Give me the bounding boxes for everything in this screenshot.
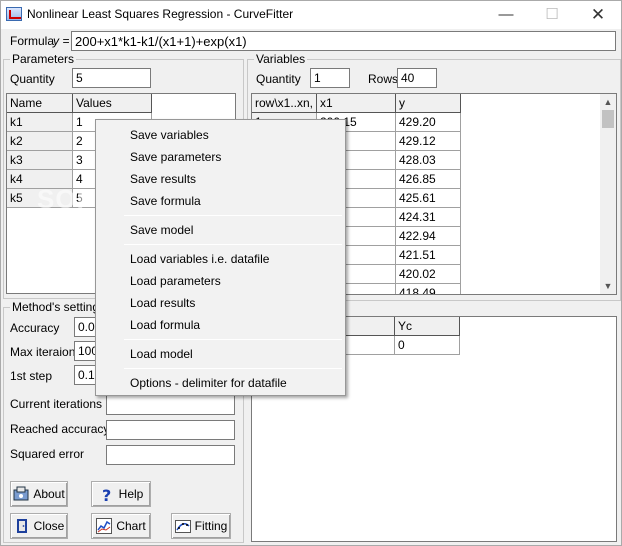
reached-accuracy-label: Reached accuracy: [10, 422, 110, 436]
menu-separator: [124, 244, 342, 245]
parameter-name-cell: k2: [7, 132, 73, 151]
menu-item-load-model[interactable]: Load model: [130, 347, 193, 361]
menu-item-save-results[interactable]: Save results: [130, 172, 196, 186]
variable-y-cell[interactable]: 428.03: [396, 151, 461, 170]
scroll-thumb[interactable]: [602, 110, 614, 128]
window-title: Nonlinear Least Squares Regression - Cur…: [27, 7, 294, 21]
close-button[interactable]: Close: [10, 513, 68, 539]
fitting-button-label: Fitting: [194, 519, 228, 533]
menu-item-load-variables[interactable]: Load variables i.e. datafile: [130, 252, 269, 266]
exit-door-icon: [14, 518, 30, 534]
variables-scrollbar[interactable]: ▲ ▼: [600, 94, 616, 294]
reached-accuracy-field: [106, 420, 235, 440]
formula-y-label: y =: [53, 34, 70, 48]
question-mark-icon: ?: [99, 486, 115, 505]
menu-item-options[interactable]: Options - delimiter for datafile: [130, 376, 287, 390]
menu-item-save-variables[interactable]: Save variables: [130, 128, 209, 142]
svg-text:?: ?: [102, 486, 111, 502]
max-iteration-label: Max iteraion: [10, 345, 76, 359]
variables-group-title: Variables: [254, 52, 308, 66]
menu-item-load-parameters[interactable]: Load parameters: [130, 274, 221, 288]
variable-y-cell[interactable]: 418.49: [396, 284, 461, 294]
chart-icon: [96, 517, 113, 534]
first-step-label: 1st step: [10, 369, 53, 383]
variables-header-x1: x1: [317, 94, 396, 113]
menu-separator: [124, 368, 342, 369]
parameters-header-name: Name: [7, 94, 73, 113]
menu-item-save-model[interactable]: Save model: [130, 223, 193, 237]
menu-item-save-parameters[interactable]: Save parameters: [130, 150, 221, 164]
scroll-down-arrow-icon[interactable]: ▼: [600, 278, 616, 294]
menu-item-load-results[interactable]: Load results: [130, 296, 195, 310]
close-window-button[interactable]: ✕: [575, 1, 621, 29]
variables-rows-input[interactable]: 40: [397, 68, 437, 88]
help-button[interactable]: ? Help: [91, 481, 151, 507]
scroll-up-arrow-icon[interactable]: ▲: [600, 94, 616, 110]
formula-label: Formula: [10, 34, 55, 48]
title-bar: Nonlinear Least Squares Regression - Cur…: [1, 1, 621, 29]
chart-button[interactable]: Chart: [91, 513, 151, 539]
variable-y-cell[interactable]: 424.31: [396, 208, 461, 227]
menu-item-load-formula[interactable]: Load formula: [130, 318, 200, 332]
parameter-name-cell: k1: [7, 113, 73, 132]
menu-separator: [124, 339, 342, 340]
variable-y-cell[interactable]: 422.94: [396, 227, 461, 246]
fitting-button[interactable]: Fitting: [171, 513, 231, 539]
help-button-label: Help: [118, 487, 144, 501]
squared-error-field: [106, 445, 235, 465]
parameter-name-cell: k3: [7, 151, 73, 170]
variable-y-cell[interactable]: 421.51: [396, 246, 461, 265]
about-button[interactable]: About: [10, 481, 68, 507]
results-header-yc: Yc: [395, 317, 460, 336]
current-iterations-field: [106, 395, 235, 415]
squared-error-label: Squared error: [10, 447, 85, 461]
current-iterations-label: Current iterations: [10, 397, 103, 411]
chart-button-label: Chart: [116, 519, 146, 533]
variable-y-cell[interactable]: 429.12: [396, 132, 461, 151]
method-settings-title: Method's settings: [10, 300, 108, 314]
parameters-header-values: Values: [73, 94, 152, 113]
minimize-button[interactable]: —: [483, 1, 529, 29]
variables-quantity-label: Quantity: [256, 72, 301, 86]
variable-y-cell[interactable]: 429.20: [396, 113, 461, 132]
maximize-button[interactable]: ☐: [529, 1, 575, 29]
variables-header-row: row\x1..xn, y: [252, 94, 317, 113]
accuracy-label: Accuracy: [10, 321, 60, 335]
menu-separator: [124, 215, 342, 216]
parameters-quantity-input[interactable]: 5: [72, 68, 151, 88]
variable-y-cell[interactable]: 425.61: [396, 189, 461, 208]
variables-rows-label: Rows: [368, 72, 399, 86]
main-window: Nonlinear Least Squares Regression - Cur…: [0, 0, 622, 546]
about-button-label: About: [33, 487, 65, 501]
parameters-quantity-label: Quantity: [10, 72, 55, 86]
close-button-label: Close: [33, 519, 65, 533]
fitting-icon: [174, 518, 191, 534]
context-menu: Save variables Save parameters Save resu…: [95, 119, 346, 396]
variable-y-cell[interactable]: 420.02: [396, 265, 461, 284]
variables-quantity-input[interactable]: 1: [310, 68, 350, 88]
parameters-group-title: Parameters: [10, 52, 77, 66]
result-yc-cell[interactable]: 0: [395, 336, 460, 355]
variable-y-cell[interactable]: 426.85: [396, 170, 461, 189]
about-icon: [13, 486, 29, 502]
menu-item-save-formula[interactable]: Save formula: [130, 194, 201, 208]
formula-input[interactable]: 200+x1*k1-k1/(x1+1)+exp(x1): [71, 31, 616, 51]
variables-header-y: y: [396, 94, 461, 113]
app-icon: [6, 7, 22, 21]
